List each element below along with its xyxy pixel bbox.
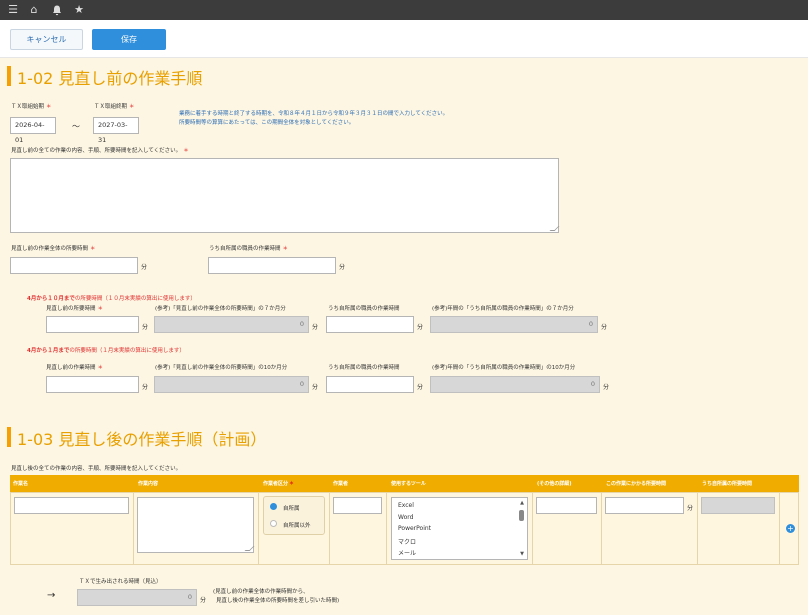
section-marker [7, 66, 11, 86]
generated-time-note-1: (見直し前の作業全体の作業時間から、 [213, 589, 309, 595]
period2-col4-label: (参考)年間の「うち自所属の職員の作業時間」の10か月分 [432, 365, 576, 371]
range-tilde: ～ [72, 122, 80, 131]
unit-minutes: 分 [312, 324, 319, 331]
scroll-up-icon[interactable]: ▲ [520, 500, 524, 506]
unit-minutes: 分 [141, 264, 148, 271]
radio-other[interactable] [270, 520, 277, 527]
section-title-after: 1-03 見直し後の作業手順（計画） [17, 430, 267, 449]
period1-col3-label: うち自所属の職員の作業時間 [328, 306, 400, 312]
menu-icon[interactable]: ☰ [6, 3, 20, 17]
details-input[interactable] [536, 497, 597, 514]
col-header-worker-type: 作業者区分＊ [263, 481, 295, 487]
bell-icon[interactable] [50, 3, 64, 17]
generated-time-note-2: 見直し後の作業全体の所要時間を差し引いた時間) [216, 598, 340, 604]
star-icon[interactable]: ★ [72, 3, 86, 17]
unit-minutes: 分 [142, 384, 149, 391]
resize-grip-icon[interactable] [549, 226, 560, 231]
period2-before-input[interactable] [46, 376, 139, 393]
radio-own-label: 自所属 [283, 506, 300, 512]
col-divider [601, 492, 602, 565]
save-button[interactable]: 保存 [92, 29, 166, 50]
col-header-worker: 作業者 [333, 481, 349, 487]
tool-option[interactable]: Excel [398, 502, 414, 509]
start-date-input[interactable]: 2026-04-01 [10, 117, 56, 144]
after-desc-label: 見直し後の全ての作業の内容、手順、所要時間を記入してください。 [11, 466, 182, 472]
step-name-input[interactable] [14, 497, 129, 514]
scroll-down-icon[interactable]: ▼ [520, 551, 524, 557]
own-time-input[interactable] [208, 257, 336, 274]
col-divider [329, 492, 330, 565]
generated-time-label: ＴＸで生み出される時間（見込） [79, 579, 162, 585]
cancel-button[interactable]: キャンセル [10, 29, 83, 50]
unit-minutes: 分 [601, 324, 608, 331]
period2-ref-total: 0 [154, 376, 309, 393]
period2-own-input[interactable] [326, 376, 414, 393]
unit-minutes: 分 [417, 324, 424, 331]
period1-ref-total: 0 [154, 316, 309, 333]
section-title-before: 1-02 見直し前の作業手順 [17, 69, 203, 88]
period1-col4-label: (参考)年間の「うち自所属の職員の作業時間」の７か月分 [432, 306, 574, 312]
col-divider [532, 492, 533, 565]
tool-option[interactable]: PowerPoint [398, 525, 431, 532]
unit-minutes: 分 [200, 597, 207, 604]
own-time-label: うち自所属の職員の作業時間＊ [209, 246, 289, 252]
step-content-textarea[interactable] [137, 497, 255, 553]
col-divider [258, 492, 259, 565]
section-marker [7, 427, 11, 447]
period2-col2-label: (参考)「見直し前の作業全体の所要時間」の10か月分 [155, 365, 288, 371]
worker-type-radio-group [263, 496, 325, 535]
own-time-readonly [701, 497, 775, 514]
tool-option[interactable]: メール [398, 548, 416, 557]
col-header-own-time: うち自所属の所要時間 [702, 481, 753, 487]
top-navigation-bar: ☰ ⌂ ★ [0, 0, 808, 20]
add-row-icon[interactable]: + [786, 524, 795, 533]
col-divider [386, 492, 387, 565]
col-header-time: この作業にかかる所要時間 [606, 481, 667, 487]
before-desc-textarea[interactable] [10, 158, 560, 233]
tool-option[interactable]: マクロ [398, 537, 416, 546]
col-header-name: 作業名 [13, 481, 29, 487]
total-time-label: 見直し前の作業全体の所要時間＊ [11, 246, 96, 252]
generated-time-value: 0 [77, 589, 197, 606]
period2-col1-label: 見直し前の作業時間＊ [46, 365, 104, 371]
tool-option[interactable]: Word [398, 514, 413, 521]
period1-col2-label: (参考)「見直し前の作業全体の所要時間」の７か月分 [155, 306, 286, 312]
period1-title: 4月から１０月までの所要時間（１０月末実績の算出に使用します） [27, 296, 196, 302]
radio-own[interactable] [270, 503, 277, 510]
resize-grip-icon[interactable] [244, 546, 255, 551]
col-divider [779, 492, 780, 565]
period1-before-input[interactable] [46, 316, 139, 333]
col-header-tools: 使用するツール [391, 481, 426, 487]
step-time-input[interactable] [605, 497, 684, 514]
date-note-2: 所要時間等の算算にあたっては、この期間全体を対象としてください。 [179, 120, 355, 126]
date-note-1: 業務に着手する時期と終了する時期を、令和８年４月１日から令和９年３月３１日の間で… [179, 111, 449, 117]
period1-own-input[interactable] [326, 316, 414, 333]
start-date-label: ＴＸ取組始期＊ [11, 104, 52, 110]
period2-title: 4月から１月までの所要時間（１月末実績の算出に使用します） [27, 348, 185, 354]
arrow-icon: → [47, 590, 56, 601]
before-desc-label: 見直し前の全ての作業の内容、手順、所要時間を記入してください。＊ [11, 148, 189, 154]
unit-minutes: 分 [417, 384, 424, 391]
unit-minutes: 分 [142, 324, 149, 331]
unit-minutes: 分 [312, 384, 319, 391]
col-divider [697, 492, 698, 565]
period1-col1-label: 見直し前の所要時間＊ [46, 306, 104, 312]
unit-minutes: 分 [339, 264, 346, 271]
unit-minutes: 分 [603, 384, 610, 391]
col-header-details: (その他の詳細) [537, 481, 572, 487]
col-divider [133, 492, 134, 565]
total-time-input[interactable] [10, 257, 138, 274]
end-date-label: ＴＸ取組終期＊ [94, 104, 135, 110]
col-header-content: 作業内容 [138, 481, 159, 487]
end-date-input[interactable]: 2027-03-31 [93, 117, 139, 144]
worker-input[interactable] [333, 497, 382, 514]
unit-minutes: 分 [687, 505, 694, 512]
home-icon[interactable]: ⌂ [27, 3, 41, 17]
period1-ref-own: 0 [430, 316, 598, 333]
radio-other-label: 自所属以外 [283, 523, 311, 529]
period2-col3-label: うち自所属の職員の作業時間 [328, 365, 400, 371]
scrollbar-thumb[interactable] [519, 510, 524, 521]
tools-listbox[interactable]: Excel Word PowerPoint マクロ メール ▲ ▼ [391, 497, 528, 560]
period2-ref-own: 0 [430, 376, 600, 393]
